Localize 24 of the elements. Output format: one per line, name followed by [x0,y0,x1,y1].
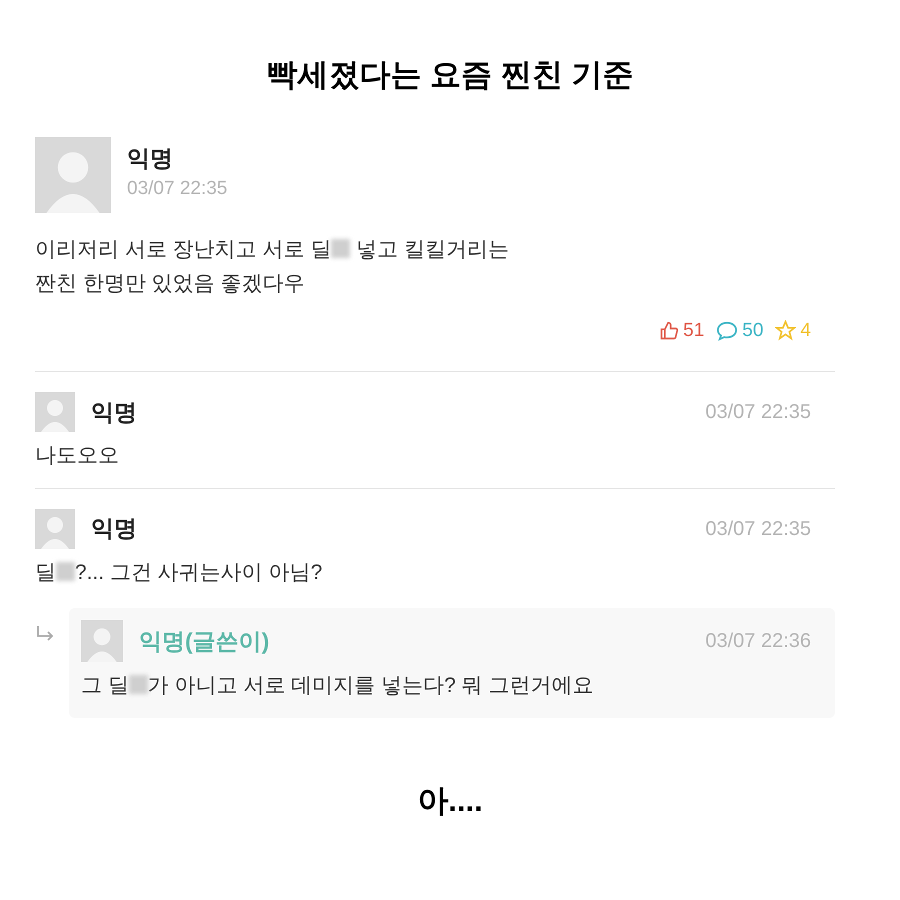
comment-text: 딜 ?... 그건 사귀는사이 아님? [35,560,324,586]
author-name: 익명 [127,144,174,172]
comment-text: 이리저리 서로 장난치고 서로 딜 넣고 킬킬거리는 짠친 한명만 있었음 좋겠다우 [35,236,510,296]
comment-time: 03/07 22:36 [705,629,811,654]
avatar-icon [81,620,123,662]
like-count: 51 [683,318,704,342]
author-name: 익명 [91,514,137,544]
caption: 아.... [417,782,483,820]
headline: 빡세졌다는 요즘 찐친 기준 [266,56,634,94]
comment-count: 50 [742,318,764,342]
comment-time: 03/07 22:35 [705,516,811,542]
avatar-icon [35,508,75,548]
thumbs-up-icon [659,320,680,341]
star-icon [775,320,796,342]
avatar-icon [35,392,75,432]
comment-text: 그 딜 가 아니고 서로 데미지를 넣는다? 뭐 그런거에요 [81,673,594,699]
post-time: 03/07 22:35 [127,177,228,201]
author-name: 익명 [91,398,137,427]
author-name: 익명(글쓴이) [139,626,270,656]
comment-time: 03/07 22:35 [705,400,811,425]
avatar-icon [35,136,111,212]
speech-bubble-icon [716,320,738,341]
comment-text: 나도오오 [35,443,120,469]
scrap-count: 4 [800,318,811,342]
